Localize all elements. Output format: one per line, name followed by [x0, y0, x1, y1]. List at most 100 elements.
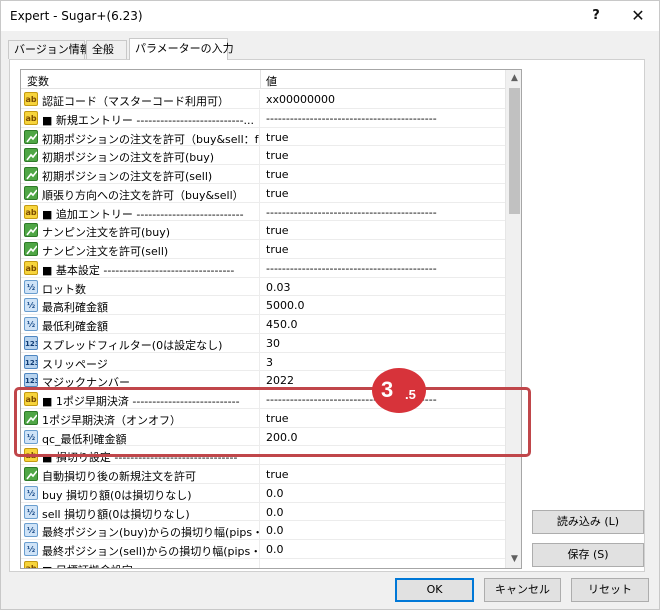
parameter-value[interactable]: 30	[266, 337, 502, 350]
table-row[interactable]: 順張り方向への注文を許可（buy&sell） true	[21, 183, 505, 203]
parameter-value[interactable]: 0.0	[266, 506, 502, 519]
help-button[interactable]: ?	[579, 4, 613, 28]
title-bar: Expert - Sugar+(6.23) ? ✕	[1, 1, 659, 31]
parameter-name: 最高利確金額	[42, 301, 108, 315]
variable-cell: 123 スプレッドフィルター(0は設定なし)	[21, 333, 260, 352]
parameter-value[interactable]: true	[266, 224, 502, 237]
parameter-value[interactable]: 450.0	[266, 318, 502, 331]
table-row[interactable]: ab ■ 基本設定 -------------------------------…	[21, 258, 505, 278]
parameter-value[interactable]: 0.0	[266, 543, 502, 556]
parameter-name: sell 損切り額(0は損切りなし)	[42, 507, 190, 521]
variable-cell: ½ 最高利確金額	[21, 296, 260, 315]
table-row[interactable]: ナンピン注文を許可(sell) true	[21, 240, 505, 259]
parameter-value[interactable]: true	[266, 187, 502, 200]
table-row[interactable]: ab ■ 目標証拠金設定	[21, 558, 505, 568]
boolean-type-icon	[24, 167, 38, 181]
ok-button[interactable]: OK	[395, 578, 474, 602]
variable-cell: ½ 最終ポジション(buy)からの損切り幅(pips・0は・...	[21, 521, 260, 540]
variable-cell: ab ■ 新規エントリー ---------------------------.…	[21, 108, 260, 127]
parameter-rows: ab 認証コード（マスターコード利用可） xx00000000 ab ■ 新規エントリー…	[21, 90, 505, 568]
table-row[interactable]: ab ■ 追加エントリー --------------------------- -…	[21, 202, 505, 222]
parameter-value[interactable]: ----------------------------------------…	[266, 262, 502, 275]
integer-type-icon: 123	[24, 373, 38, 388]
string-type-icon: ab	[24, 560, 38, 568]
table-row[interactable]: ½ ロット数 0.03	[21, 277, 505, 297]
parameter-value[interactable]: 0.03	[266, 281, 502, 294]
parameter-value[interactable]: xx00000000	[266, 93, 502, 106]
scrollbar-thumb[interactable]	[509, 88, 520, 214]
scroll-up-arrow-icon[interactable]: ▲	[506, 70, 521, 87]
double-type-icon: ½	[24, 298, 38, 313]
string-type-icon: ab	[24, 204, 38, 219]
reset-button[interactable]: リセット	[571, 578, 649, 602]
variable-cell: ½ 最終ポジション(sell)からの損切り幅(pips・0は・...	[21, 540, 260, 558]
variable-cell: ab ■ 基本設定 -------------------------------…	[21, 258, 260, 277]
parameter-name: 最終ポジション(buy)からの損切り幅(pips・0は・...	[42, 526, 259, 540]
parameter-value[interactable]: ----------------------------------------…	[266, 112, 502, 125]
table-row[interactable]: 自動損切り後の新規注文を許可 true	[21, 465, 505, 484]
tab-version-info[interactable]: バージョン情報	[8, 40, 91, 59]
parameter-name: 初期ポジションの注文を許可（buy&sell：fal...	[42, 132, 260, 146]
tab-general[interactable]: 全般	[86, 40, 127, 59]
vertical-scrollbar[interactable]: ▲ ▼	[505, 70, 521, 568]
parameter-value[interactable]: true	[266, 131, 502, 144]
table-header: 変数 値	[21, 70, 505, 89]
parameter-name: スプレッドフィルター(0は設定なし)	[42, 338, 223, 352]
boolean-type-icon	[24, 242, 38, 256]
parameter-name: ■ 追加エントリー ---------------------------	[42, 207, 244, 221]
variable-cell: 123 スリッページ	[21, 352, 260, 371]
parameter-value[interactable]: ----------------------------------------…	[266, 206, 502, 219]
string-type-icon: ab	[24, 92, 38, 106]
table-row[interactable]: ½ sell 損切り額(0は損切りなし) 0.0	[21, 502, 505, 522]
parameter-value[interactable]: 3	[266, 356, 502, 369]
double-type-icon: ½	[24, 317, 38, 331]
integer-type-icon: 123	[24, 354, 38, 369]
table-row[interactable]: ab 認証コード（マスターコード利用可） xx00000000	[21, 90, 505, 109]
table-row[interactable]: 123 スプレッドフィルター(0は設定なし) 30	[21, 333, 505, 353]
column-header-value[interactable]: 値	[266, 73, 277, 89]
tab-input-parameters[interactable]: パラメーターの入力	[129, 38, 234, 60]
parameter-name: 順張り方向への注文を許可（buy&sell）	[42, 188, 244, 202]
parameter-value[interactable]: 0.0	[266, 487, 502, 500]
save-button[interactable]: 保存 (S)	[532, 543, 644, 567]
double-type-icon: ½	[24, 523, 38, 538]
table-row[interactable]: ab ■ 新規エントリー ---------------------------.…	[21, 108, 505, 128]
parameter-name: 自動損切り後の新規注文を許可	[42, 470, 196, 483]
table-row[interactable]: 123 スリッページ 3	[21, 352, 505, 372]
table-row[interactable]: 初期ポジションの注文を許可(buy) true	[21, 146, 505, 165]
column-header-variable[interactable]: 変数	[27, 73, 49, 89]
table-row[interactable]: ½ 最終ポジション(buy)からの損切り幅(pips・0は・... 0.0	[21, 521, 505, 540]
integer-type-icon: 123	[24, 335, 38, 350]
boolean-type-icon	[24, 148, 38, 163]
parameter-name: スリッページ	[42, 357, 108, 371]
parameter-value[interactable]: 5000.0	[266, 299, 502, 312]
table-row[interactable]: ½ buy 損切り額(0は損切りなし) 0.0	[21, 483, 505, 503]
table-row[interactable]: ½ 最低利確金額 450.0	[21, 315, 505, 334]
table-row[interactable]: ½ 最高利確金額 5000.0	[21, 296, 505, 315]
step-badge-subnumber: .5	[405, 387, 416, 402]
parameter-value[interactable]: 0.0	[266, 524, 502, 537]
parameter-value[interactable]: true	[266, 168, 502, 181]
parameter-name: buy 損切り額(0は損切りなし)	[42, 488, 192, 502]
parameter-value[interactable]: true	[266, 243, 502, 256]
variable-cell: ab ■ 目標証拠金設定	[21, 558, 260, 568]
close-button[interactable]: ✕	[621, 4, 655, 28]
variable-cell: ab ■ 追加エントリー ---------------------------	[21, 202, 260, 221]
table-row[interactable]: 初期ポジションの注文を許可(sell) true	[21, 165, 505, 184]
table-row[interactable]: 初期ポジションの注文を許可（buy&sell：fal... true	[21, 127, 505, 147]
load-button[interactable]: 読み込み (L)	[532, 510, 644, 534]
table-row[interactable]: ナンピン注文を許可(buy) true	[21, 221, 505, 240]
variable-cell: ½ 最低利確金額	[21, 315, 260, 333]
table-row[interactable]: ½ 最終ポジション(sell)からの損切り幅(pips・0は・... 0.0	[21, 540, 505, 559]
double-type-icon: ½	[24, 485, 38, 500]
highlight-box	[14, 387, 531, 457]
parameter-value[interactable]: true	[266, 468, 502, 481]
parameter-value[interactable]: true	[266, 149, 502, 162]
cancel-button[interactable]: キャンセル	[484, 578, 561, 602]
boolean-type-icon	[24, 467, 38, 481]
scroll-down-arrow-icon[interactable]: ▼	[506, 551, 521, 568]
variable-cell: ナンピン注文を許可(sell)	[21, 240, 260, 258]
boolean-type-icon	[24, 185, 38, 200]
variable-cell: 初期ポジションの注文を許可（buy&sell：fal...	[21, 127, 260, 146]
parameter-name: 最低利確金額	[42, 320, 108, 333]
